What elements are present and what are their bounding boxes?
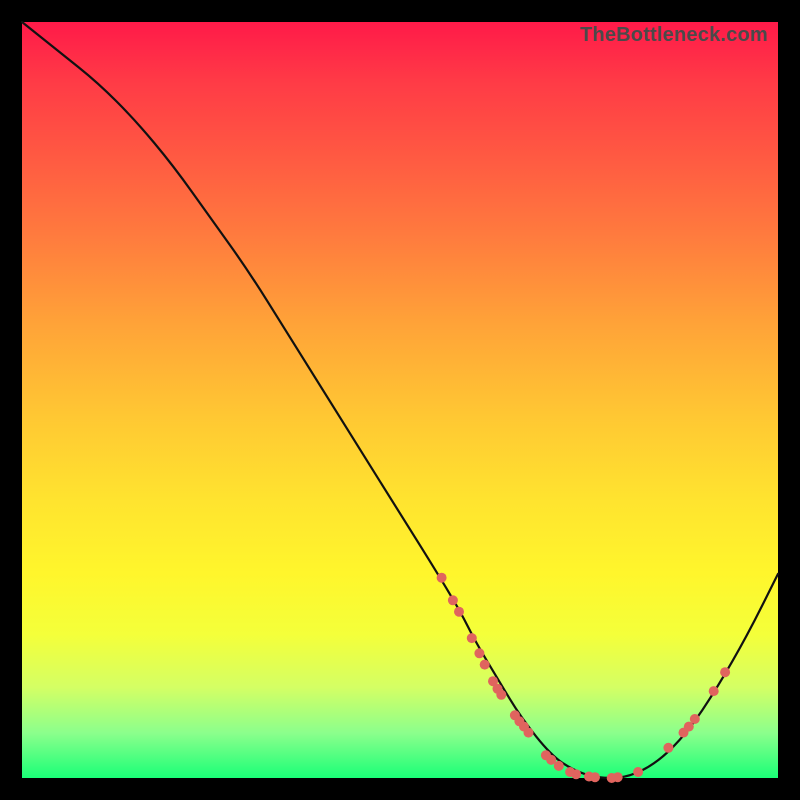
data-point	[437, 573, 447, 583]
chart-svg	[22, 22, 778, 778]
data-point	[690, 714, 700, 724]
data-point	[554, 761, 564, 771]
bottleneck-curve	[22, 22, 778, 778]
data-point	[524, 728, 534, 738]
data-point	[480, 660, 490, 670]
data-point	[467, 633, 477, 643]
data-point	[663, 743, 673, 753]
data-point	[571, 769, 581, 779]
data-point	[496, 690, 506, 700]
data-point	[474, 648, 484, 658]
data-point	[709, 686, 719, 696]
chart-stage: TheBottleneck.com	[0, 0, 800, 800]
data-point	[590, 772, 600, 782]
data-point	[448, 595, 458, 605]
data-point	[633, 767, 643, 777]
chart-plot-area: TheBottleneck.com	[22, 22, 778, 778]
data-point	[720, 667, 730, 677]
data-point	[613, 772, 623, 782]
data-points-group	[437, 573, 730, 783]
data-point	[454, 607, 464, 617]
